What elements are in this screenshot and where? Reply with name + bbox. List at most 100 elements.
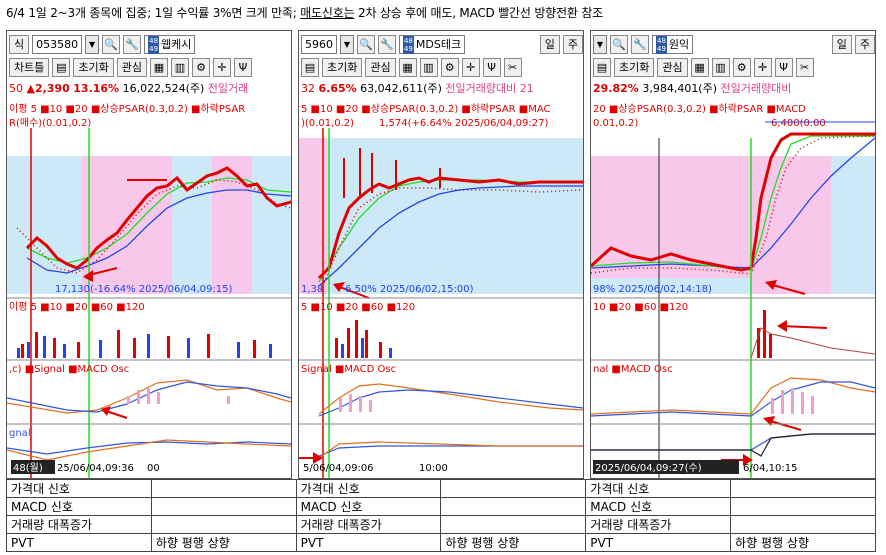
wrench-icon[interactable]: 🔧 (631, 34, 649, 54)
stock-name-field[interactable]: 48 49 MDS테크 (399, 34, 466, 54)
grid-icon[interactable]: ▦ (398, 57, 417, 77)
quote-prefix: 32 (301, 82, 315, 95)
volume-value: 3,984,401(주) (642, 82, 718, 95)
search-icon[interactable]: 🔍 (357, 34, 375, 54)
chart-panel-1: 식 053580 ▼ 🔍 🔧 48 49 웹케시 차트틀 ▤ 초기화 관심 ▦ ▥ … (6, 30, 292, 479)
pvt-legend: gnal (9, 428, 31, 439)
table-row: 가격대 신호 가격대 신호 가격대 신호 (6, 479, 876, 498)
indicator-legend: 20 ■상승PSAR(0.3,0.2) ■하락PSAR ■MACD (593, 102, 806, 115)
search-icon[interactable]: 🔍 (610, 34, 628, 54)
scissors-icon[interactable]: ✂ (503, 57, 522, 77)
day-button[interactable]: 일 (831, 34, 852, 54)
week-button[interactable]: 주 (854, 34, 875, 54)
crosshair-icon[interactable]: ✛ (461, 57, 480, 77)
table-cell-label: 가격대 신호 (6, 479, 152, 498)
table-cell (150, 515, 297, 534)
gear-icon[interactable]: ⚙ (440, 57, 459, 77)
psar-legend: )(0.01,0.2) (301, 118, 354, 129)
table-cell: 하향 평행 상향 (730, 533, 876, 552)
table-cell-label: 거래량 대폭증가 (295, 515, 442, 534)
crosshair-icon[interactable]: ✛ (213, 57, 231, 77)
fork-icon[interactable]: Ψ (234, 57, 252, 77)
volume-value: 16,022,524(주) (122, 82, 205, 95)
reset-button[interactable]: 초기화 (614, 57, 655, 77)
table-cell-label: 가격대 신호 (585, 479, 732, 498)
wrench-icon[interactable]: 🔧 (123, 34, 142, 54)
header-part3: 2차 상승 후에 매도, MACD 빨간선 방향전환 참조 (354, 6, 603, 20)
stock-name-field[interactable]: 48 49 원익 (652, 34, 694, 54)
reset-button[interactable]: 초기화 (322, 57, 363, 77)
time-box: 48(월) (13, 462, 43, 474)
week-button[interactable]: 주 (562, 34, 583, 54)
table-row: PVT 하향 평행 상향 PVT 하향 평행 상향 PVT 하향 평행 상향 (6, 533, 876, 552)
layout-icon[interactable]: ▥ (711, 57, 730, 77)
table-cell (730, 479, 876, 498)
save-icon[interactable]: ▤ (52, 57, 71, 77)
price-change: ▲2,390 (26, 82, 70, 95)
psar-legend: R(매수)(0.01,0.2) (9, 117, 91, 129)
price-annotation: 1,38 (301, 284, 323, 295)
interest-button[interactable]: 관심 (657, 57, 688, 77)
table-cell (150, 479, 297, 498)
volume-value: 63,042,611(주) (360, 82, 442, 95)
search-icon[interactable]: 🔍 (102, 34, 121, 54)
scissors-icon[interactable]: ✂ (795, 57, 814, 77)
layout-icon[interactable]: ▥ (171, 57, 189, 77)
chevron-down-icon[interactable]: ▼ (85, 34, 100, 54)
table-cell (730, 515, 876, 534)
chevron-down-icon[interactable]: ▼ (340, 34, 354, 54)
interest-button[interactable]: 관심 (116, 57, 147, 77)
chart-frame-button[interactable]: 차트틀 (9, 57, 50, 77)
table-cell (440, 497, 587, 516)
time-label: 5/06/04,09:06 (303, 463, 374, 474)
table-cell: 하향 평행 상향 (150, 533, 297, 552)
percent-change: 13.16% (73, 82, 120, 95)
time-label: 6/04,10:15 (743, 463, 797, 474)
prev-volume-label: 전일거래 (207, 82, 249, 95)
gear-icon[interactable]: ⚙ (732, 57, 751, 77)
chart-canvas[interactable]: 20 ■상승PSAR(0.3,0.2) ■하락PSAR ■MACD 0.01,0… (591, 98, 875, 478)
interest-button[interactable]: 관심 (365, 57, 396, 77)
grid-icon[interactable]: ▦ (690, 57, 709, 77)
toolbar-row-2: ▤ 초기화 관심 ▦ ▥ ⚙ ✛ Ψ ✂ (299, 56, 583, 78)
chart-canvas[interactable]: 5 ■10 ■20 ■상승PSAR(0.3,0.2) ■하락PSAR ■MAC … (299, 98, 583, 478)
indicator-annotation: 1,574(+6.64% 2025/06/04,09:27) (379, 118, 548, 129)
fork-icon[interactable]: Ψ (482, 57, 501, 77)
wrench-icon[interactable]: 🔧 (378, 34, 396, 54)
chart-panel-3: ▼ 🔍 🔧 48 49 원익 일 주 ▤ 초기화 관심 ▦ ▥ ⚙ ✛ Ψ ✂ 29… (590, 30, 876, 479)
signal-table: 가격대 신호 가격대 신호 가격대 신호 MACD 신호 MACD 신호 MAC… (6, 479, 876, 552)
table-cell-label: 거래량 대폭증가 (585, 515, 732, 534)
indicator-legend: 이평 5 ■10 ■20 ■상승PSAR(0.3,0.2) ■하락PSAR (9, 102, 245, 115)
gear-icon[interactable]: ⚙ (192, 57, 210, 77)
table-cell (730, 497, 876, 516)
badge-48-icon: 48 49 (403, 35, 414, 54)
volume-legend: 이평 5 ■10 ■20 ■60 ■120 (9, 301, 145, 313)
table-cell-label: MACD 신호 (295, 497, 442, 516)
grid-icon[interactable]: ▦ (150, 57, 168, 77)
type-tab[interactable]: 식 (9, 34, 30, 54)
toolbar-row-1: 식 053580 ▼ 🔍 🔧 48 49 웹케시 (7, 33, 291, 55)
macd-legend: Signal ■MACD Osc (301, 364, 396, 375)
header-part2: 매도신호는 (300, 6, 355, 20)
stock-name-field[interactable]: 48 49 웹케시 (144, 34, 196, 54)
crosshair-icon[interactable]: ✛ (753, 57, 772, 77)
header-part1: 6/4 1일 2~3개 종목에 집중; 1일 수익률 3%면 크게 만족; (6, 6, 301, 20)
table-cell-label: 거래량 대폭증가 (6, 515, 152, 534)
toolbar-row-1: ▼ 🔍 🔧 48 49 원익 일 주 (591, 33, 875, 55)
chart-canvas[interactable]: 이평 5 ■10 ■20 ■상승PSAR(0.3,0.2) ■하락PSAR R(… (7, 98, 291, 478)
save-icon[interactable]: ▤ (301, 57, 319, 77)
time-box: 2025/06/04,09:27(수) (595, 462, 702, 474)
quote-row: 50 ▲2,390 13.16% 16,022,524(주) 전일거래 (7, 80, 291, 98)
table-row: MACD 신호 MACD 신호 MACD 신호 (6, 497, 876, 516)
layout-icon[interactable]: ▥ (419, 57, 438, 77)
day-button[interactable]: 일 (539, 34, 560, 54)
fork-icon[interactable]: Ψ (774, 57, 793, 77)
quote-row: 29.82% 3,984,401(주) 전일거래량대비 (591, 80, 875, 98)
stock-code-input[interactable]: 053580 (32, 34, 83, 54)
table-cell (440, 515, 587, 534)
price-annotation: 98% 2025/06/02,14:18) (593, 284, 712, 295)
stock-code-input[interactable]: 5960 (301, 34, 337, 54)
reset-button[interactable]: 초기화 (73, 57, 114, 77)
chevron-down-icon[interactable]: ▼ (593, 34, 607, 54)
save-icon[interactable]: ▤ (593, 57, 611, 77)
